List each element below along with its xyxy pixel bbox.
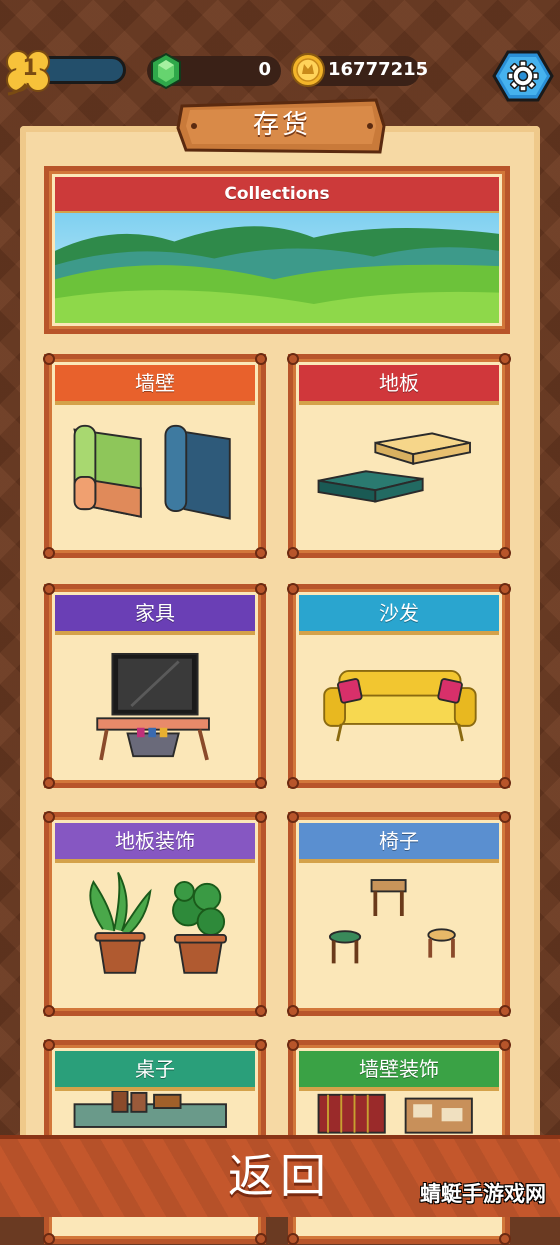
category-card[interactable]: 椅子 (287, 811, 511, 1017)
coin-counter[interactable]: 16777215 (291, 53, 428, 87)
level-number: 1 (22, 56, 38, 81)
category-card[interactable]: 墙壁 (43, 353, 267, 559)
card-rivet (255, 811, 267, 823)
card-rivet (287, 777, 299, 789)
category-label: 家具 (55, 595, 255, 635)
card-rivet (43, 583, 55, 595)
card-rivet (287, 811, 299, 823)
page-title: 存货 (252, 110, 311, 140)
card-rivet (499, 1233, 511, 1245)
card-rivet (43, 1233, 55, 1245)
card-rivet (499, 583, 511, 595)
card-rivet (255, 777, 267, 789)
card-rivet (43, 547, 55, 559)
card-rivet (43, 1039, 55, 1051)
card-rivet (255, 1039, 267, 1051)
category-label: 椅子 (299, 823, 499, 863)
floor-tiles-icon (299, 405, 499, 547)
gold-coin-icon (291, 53, 325, 87)
collections-label: Collections (55, 177, 499, 215)
card-rivet (43, 811, 55, 823)
category-card[interactable]: 家具 (43, 583, 267, 789)
potted-plants-icon (55, 863, 255, 1005)
category-label: 墙壁 (55, 365, 255, 405)
card-rivet (43, 353, 55, 365)
card-rivet (287, 1039, 299, 1051)
coin-count: 16777215 (328, 59, 429, 80)
category-card[interactable]: 地板装饰 (43, 811, 267, 1017)
category-card[interactable]: 沙发 (287, 583, 511, 789)
card-rivet (499, 353, 511, 365)
card-rivet (43, 1005, 55, 1017)
card-rivet (287, 1005, 299, 1017)
card-rivet (255, 583, 267, 595)
wall-rolls-icon (55, 405, 255, 547)
tv-stand-icon (55, 635, 255, 777)
card-rivet (287, 353, 299, 365)
stools-icon (299, 863, 499, 1005)
gem-count: 0 (258, 59, 271, 80)
card-rivet (499, 1005, 511, 1017)
gear-icon (507, 60, 539, 92)
level-indicator[interactable]: 1 (2, 48, 130, 96)
sofa-icon (299, 635, 499, 777)
card-rivet (287, 583, 299, 595)
settings-button[interactable] (492, 50, 554, 102)
green-gem-icon (151, 52, 181, 90)
category-label: 桌子 (55, 1051, 255, 1091)
category-label: 沙发 (299, 595, 499, 635)
gem-counter[interactable]: 0 (147, 52, 281, 90)
card-rivet (255, 1233, 267, 1245)
card-rivet (499, 547, 511, 559)
card-rivet (287, 1233, 299, 1245)
category-label: 地板装饰 (55, 823, 255, 863)
card-rivet (255, 547, 267, 559)
card-rivet (255, 1005, 267, 1017)
card-rivet (287, 547, 299, 559)
card-rivet (499, 777, 511, 789)
category-label: 墙壁装饰 (299, 1051, 499, 1091)
category-label: 地板 (299, 365, 499, 405)
card-rivet (499, 1039, 511, 1051)
card-rivet (255, 353, 267, 365)
watermark: 蜻蜓手游戏网 (420, 1182, 546, 1206)
collections-card[interactable]: Collections (44, 166, 510, 334)
category-card[interactable]: 地板 (287, 353, 511, 559)
card-rivet (499, 811, 511, 823)
landscape-image (55, 213, 499, 323)
card-rivet (43, 777, 55, 789)
